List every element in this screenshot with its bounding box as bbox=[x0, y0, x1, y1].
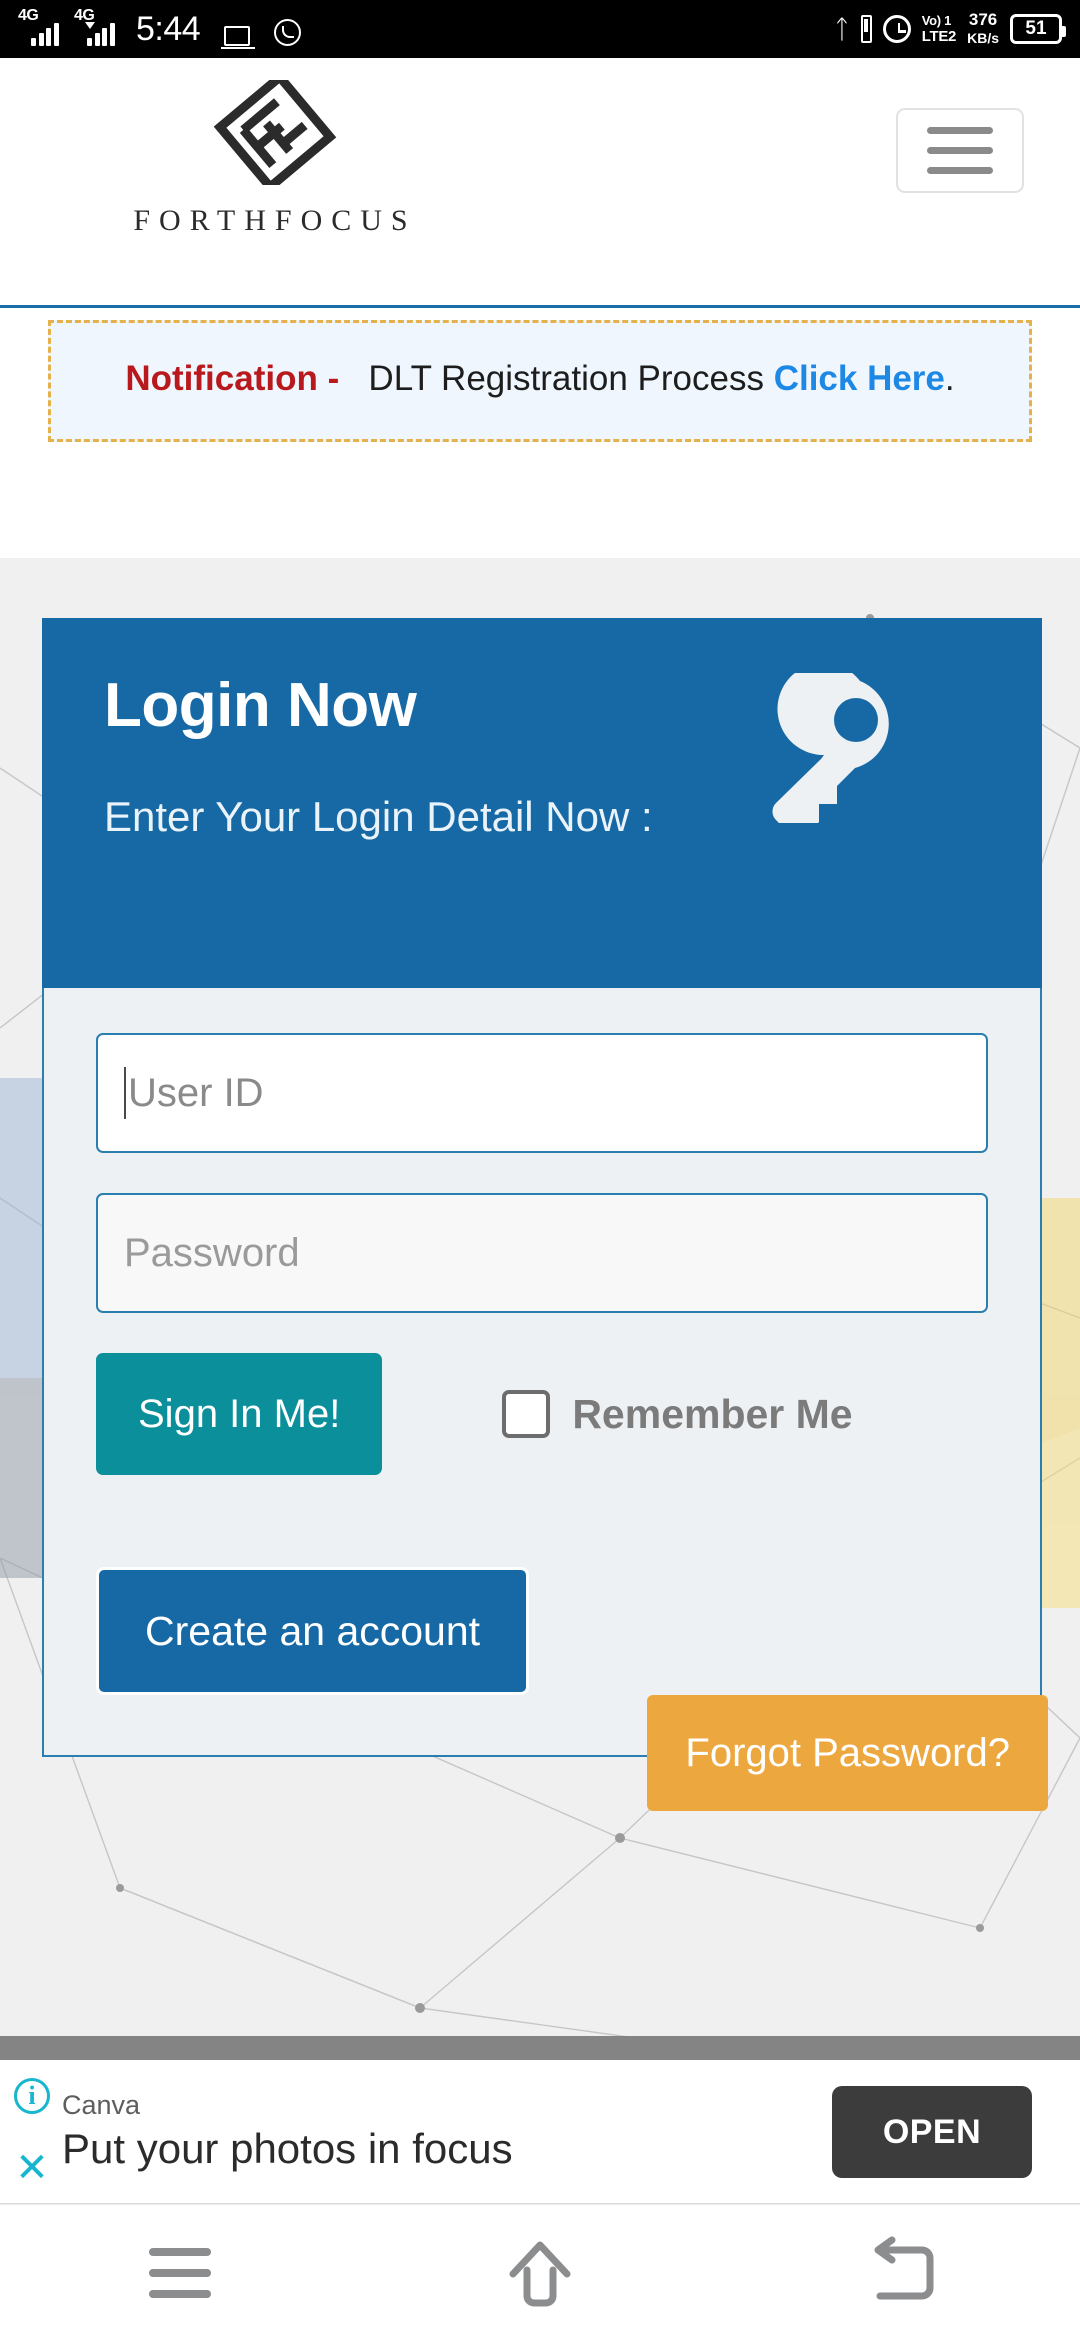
site-header: FORTHFOCUS bbox=[0, 58, 1080, 308]
recents-button[interactable] bbox=[90, 2218, 270, 2328]
ad-content[interactable]: i ✕ Canva Put your photos in focus OPEN bbox=[0, 2060, 1080, 2204]
battery-icon: 51 bbox=[1010, 14, 1066, 44]
ad-open-button[interactable]: OPEN bbox=[832, 2086, 1032, 2178]
password-input[interactable]: Password bbox=[96, 1193, 988, 1313]
notification-link[interactable]: Click Here bbox=[774, 359, 945, 398]
remember-me-checkbox[interactable] bbox=[502, 1390, 551, 1438]
login-card-body: User ID Password Sign In Me! Remember Me… bbox=[42, 988, 1048, 1811]
signal-bars-1 bbox=[31, 23, 59, 46]
status-bar-left: 4G 4G 5:44 bbox=[18, 8, 302, 49]
login-card-header: Login Now Enter Your Login Detail Now : bbox=[42, 618, 1042, 988]
password-placeholder: Password bbox=[124, 1230, 300, 1275]
ad-controls: i ✕ bbox=[8, 2078, 56, 2188]
volte-indicator: Vo) 1 LTE2 bbox=[921, 13, 957, 45]
sign-in-button[interactable]: Sign In Me! bbox=[96, 1353, 383, 1475]
data-rate-indicator: 376 KB/s bbox=[967, 11, 999, 47]
userid-input[interactable]: User ID bbox=[96, 1033, 988, 1153]
browser-page: FORTHFOCUS Notification - DLT Registrati… bbox=[0, 58, 1080, 2036]
battery-percent: 51 bbox=[1025, 18, 1047, 39]
alarm-icon bbox=[882, 15, 911, 43]
forgot-password-button[interactable]: Forgot Password? bbox=[647, 1695, 1048, 1811]
home-button[interactable] bbox=[450, 2218, 630, 2328]
back-button[interactable] bbox=[810, 2218, 990, 2328]
forthfocus-logo-icon bbox=[213, 70, 337, 194]
status-bar: 4G 4G 5:44 ᛏ Vo) 1 LTE2 376 KB/s 51 bbox=[0, 0, 1080, 58]
ad-brand: Canva bbox=[62, 2090, 141, 2120]
home-icon bbox=[509, 2241, 571, 2306]
notification-label: Notification - bbox=[125, 359, 340, 398]
notification-text: Notification - DLT Registration Process … bbox=[75, 349, 1005, 409]
userid-placeholder: User ID bbox=[128, 1070, 264, 1115]
status-clock: 5:44 bbox=[136, 10, 201, 48]
notification-period: . bbox=[944, 359, 955, 398]
brand-wordmark: FORTHFOCUS bbox=[133, 204, 417, 237]
create-account-button[interactable]: Create an account bbox=[96, 1567, 530, 1695]
login-card: Login Now Enter Your Login Detail Now : … bbox=[42, 618, 1048, 1811]
ad-banner: i ✕ Canva Put your photos in focus OPEN bbox=[0, 2036, 1080, 2204]
signal-icon-sim2: 4G bbox=[74, 8, 120, 46]
notification-banner: Notification - DLT Registration Process … bbox=[48, 320, 1032, 442]
remember-me-label: Remember Me bbox=[572, 1390, 853, 1437]
notification-message: DLT Registration Process bbox=[368, 359, 764, 398]
data-arrow-icon bbox=[85, 22, 95, 29]
text-caret bbox=[124, 1067, 126, 1119]
cast-status-icon bbox=[221, 26, 256, 49]
signal-icon-sim1: 4G bbox=[18, 8, 64, 46]
status-bar-right: ᛏ Vo) 1 LTE2 376 KB/s 51 bbox=[834, 11, 1066, 47]
volte-line-2: LTE2 bbox=[921, 28, 957, 45]
back-icon bbox=[874, 2236, 934, 2299]
whatsapp-icon bbox=[274, 19, 302, 46]
sim-icon bbox=[860, 15, 872, 43]
remember-me-control[interactable]: Remember Me bbox=[502, 1390, 853, 1438]
ad-info-icon[interactable]: i bbox=[14, 2078, 50, 2114]
ad-top-divider bbox=[0, 2036, 1080, 2060]
hamburger-menu-icon[interactable] bbox=[896, 108, 1024, 193]
data-rate-unit: KB/s bbox=[967, 30, 999, 46]
bluetooth-icon: ᛏ bbox=[834, 14, 850, 44]
signin-row: Sign In Me! Remember Me bbox=[96, 1353, 988, 1475]
volte-line-1: Vo) 1 bbox=[921, 13, 952, 29]
key-icon bbox=[772, 673, 889, 823]
recents-icon bbox=[149, 2247, 211, 2298]
ad-close-icon[interactable]: ✕ bbox=[15, 2148, 49, 2188]
ad-headline: Put your photos in focus bbox=[62, 2125, 513, 2172]
data-rate-value: 376 bbox=[968, 10, 998, 30]
ad-text: Canva Put your photos in focus bbox=[62, 2090, 513, 2173]
brand-logo[interactable]: FORTHFOCUS bbox=[110, 70, 440, 238]
android-navigation-bar bbox=[0, 2204, 1080, 2340]
network-type-label-1: 4G bbox=[18, 7, 39, 24]
